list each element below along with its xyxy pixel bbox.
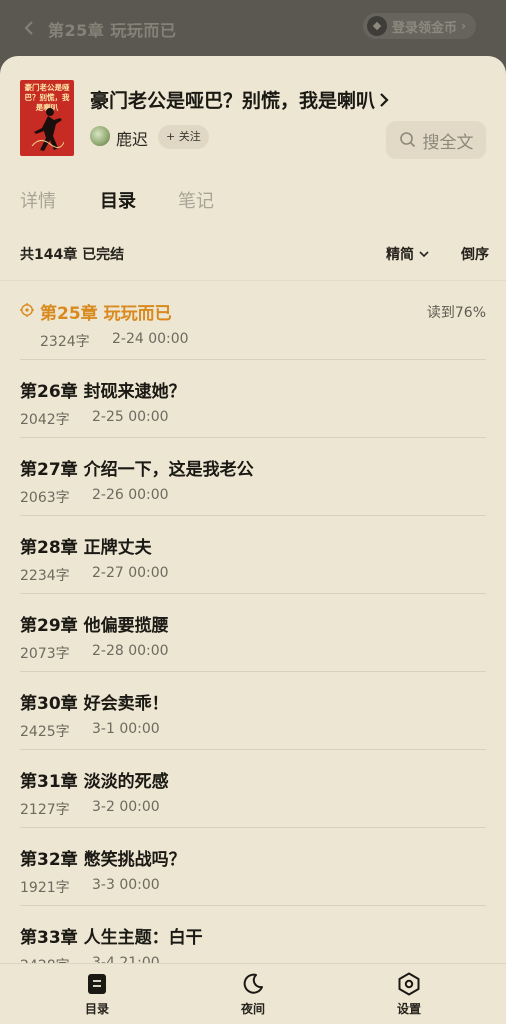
chapter-title: 第30章 好会卖乖！: [20, 694, 169, 714]
settings-icon: [398, 972, 420, 996]
login-coins-button[interactable]: 登录领金币 ›: [363, 13, 476, 39]
chevron-right-icon: [380, 93, 389, 107]
chapter-word-count: 2425字: [20, 724, 70, 740]
chapter-word-count: 2234字: [20, 568, 70, 584]
tab-details[interactable]: 详情: [20, 187, 56, 213]
follow-button[interactable]: + 关注: [158, 125, 209, 149]
sort-mode-dropdown[interactable]: 精简: [386, 244, 429, 264]
reverse-order-button[interactable]: 倒序: [461, 244, 489, 264]
search-fulltext-button[interactable]: 搜全文: [386, 121, 486, 159]
chapter-date: 3-1 00:00: [92, 721, 160, 737]
book-cover[interactable]: 豪门老公是哑巴？别慌，我是喇叭: [20, 80, 74, 156]
back-button[interactable]: [22, 14, 50, 42]
search-label: 搜全文: [422, 132, 474, 153]
chapter-date: 2-24 00:00: [112, 331, 189, 347]
chapter-word-count: 2127字: [20, 802, 70, 818]
reader-chapter-title: 第25章 玩玩而已: [48, 21, 177, 40]
book-title[interactable]: 豪门老公是哑巴？别慌，我是喇叭: [90, 86, 389, 113]
chapter-title: 第25章 玩玩而已: [40, 304, 172, 324]
nav-label: 设置: [396, 1002, 421, 1016]
nav-night-mode[interactable]: 夜间: [213, 972, 293, 1017]
chapter-title: 第27章 介绍一下，这是我老公: [20, 460, 254, 480]
chapter-title: 第29章 他偏要揽腰: [20, 616, 169, 636]
chapter-date: 3-3 00:00: [92, 877, 160, 893]
sort-mode-label: 精简: [386, 247, 414, 263]
reading-progress: 读到76%: [426, 305, 486, 321]
chapter-word-count: 2042字: [20, 412, 70, 428]
divider: [0, 280, 506, 281]
chapter-title: 第33章 人生主题：白干: [20, 928, 203, 948]
chapter-list: 第25章 玩玩而已 读到76% 2324字 2-24 00:00 第26章 封砚…: [0, 282, 506, 984]
chevron-right-icon: ›: [461, 19, 466, 33]
moon-icon: [243, 973, 263, 994]
tab-catalog[interactable]: 目录: [100, 187, 136, 213]
author-name[interactable]: 鹿迟: [116, 126, 148, 150]
chapter-word-count: 2063字: [20, 490, 70, 506]
search-icon: [399, 132, 415, 148]
chapter-item[interactable]: 第27章 介绍一下，这是我老公 2063字 2-26 00:00: [20, 438, 486, 516]
chapter-date: 2-26 00:00: [92, 487, 169, 503]
chapter-title: 第26章 封砚来逮她？: [20, 382, 186, 402]
chapter-title: 第32章 憋笑挑战吗？: [20, 850, 186, 870]
chapter-date: 2-28 00:00: [92, 643, 169, 659]
nav-label: 目录: [84, 1002, 109, 1016]
author-avatar[interactable]: [90, 126, 110, 146]
chevron-left-icon: [24, 21, 33, 35]
reader-top-bar: 第25章 玩玩而已 登录领金币 ›: [0, 0, 506, 58]
chapter-date: 2-25 00:00: [92, 409, 169, 425]
chapter-word-count: 2324字: [40, 334, 90, 350]
chapter-word-count: 1921字: [20, 880, 70, 896]
chapter-item[interactable]: 第30章 好会卖乖！ 2425字 3-1 00:00: [20, 672, 486, 750]
chapter-title: 第31章 淡淡的死感: [20, 772, 169, 792]
nav-label: 夜间: [240, 1002, 265, 1016]
chapter-item[interactable]: 第31章 淡淡的死感 2127字 3-2 00:00: [20, 750, 486, 828]
chapter-item[interactable]: 第29章 他偏要揽腰 2073字 2-28 00:00: [20, 594, 486, 672]
book-title-text: 豪门老公是哑巴？别慌，我是喇叭: [90, 90, 376, 112]
chapter-date: 3-2 00:00: [92, 799, 160, 815]
chapter-date: 2-27 00:00: [92, 565, 169, 581]
chapter-title: 第28章 正牌丈夫: [20, 538, 152, 558]
chapter-item[interactable]: 第26章 封砚来逮她？ 2042字 2-25 00:00: [20, 360, 486, 438]
chapter-summary: 共144章 已完结: [20, 247, 125, 263]
login-label: 登录领金币: [392, 20, 458, 36]
nav-settings[interactable]: 设置: [369, 972, 449, 1017]
catalog-icon: [88, 974, 106, 994]
coin-icon: [367, 16, 388, 36]
bottom-nav: 目录 夜间 设置: [0, 963, 506, 1024]
cover-figure-art: [31, 108, 64, 151]
catalog-sheet: 豪门老公是哑巴？别慌，我是喇叭 豪门老公是哑巴？别慌，我是喇叭 鹿迟 + 关注 …: [0, 56, 506, 1024]
tab-notes[interactable]: 笔记: [178, 187, 214, 213]
chapter-item-current[interactable]: 第25章 玩玩而已 读到76% 2324字 2-24 00:00: [20, 282, 486, 360]
chapter-item[interactable]: 第28章 正牌丈夫 2234字 2-27 00:00: [20, 516, 486, 594]
chapter-word-count: 2073字: [20, 646, 70, 662]
current-position-icon: [20, 303, 34, 317]
nav-catalog[interactable]: 目录: [57, 972, 137, 1017]
chapter-item[interactable]: 第32章 憋笑挑战吗？ 1921字 3-3 00:00: [20, 828, 486, 906]
chevron-down-icon: [419, 251, 429, 258]
